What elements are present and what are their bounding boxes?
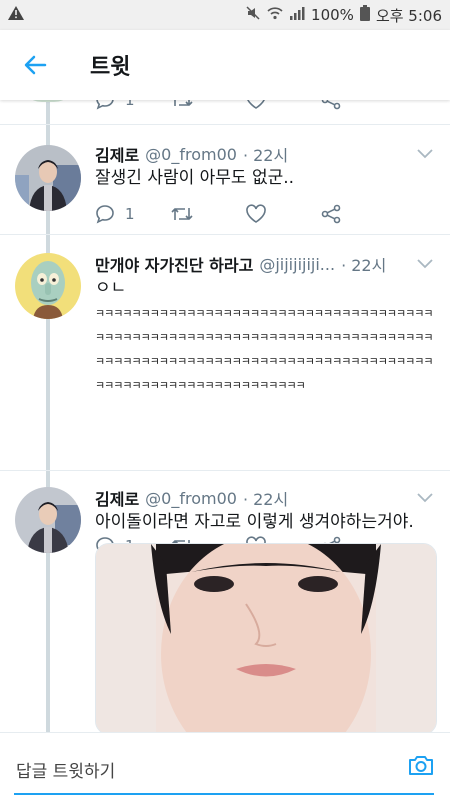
user-handle[interactable]: @0_from00 bbox=[145, 145, 237, 164]
tweet-header: 만개야 자가진단 하라고 @jijijijiji... · 22시 bbox=[95, 252, 386, 276]
reply-count: 1 bbox=[125, 100, 135, 109]
battery-icon bbox=[359, 5, 370, 25]
tweet-media-image[interactable] bbox=[95, 543, 437, 732]
signal-icon bbox=[289, 6, 305, 24]
avatar bbox=[20, 100, 76, 102]
tweet-actions: 1 bbox=[95, 100, 395, 110]
reply-button[interactable]: 1 bbox=[95, 204, 170, 224]
status-bar: 100% 오후 5:06 bbox=[0, 0, 450, 30]
heart-icon bbox=[247, 100, 265, 109]
share-button[interactable] bbox=[320, 100, 395, 110]
chevron-down-icon bbox=[417, 493, 433, 503]
back-arrow-icon bbox=[24, 55, 47, 75]
retweet-icon bbox=[171, 208, 193, 220]
tweet-text: 잘생긴 사람이 아무도 없군.. bbox=[95, 168, 295, 188]
reply-icon bbox=[96, 205, 114, 224]
tweet-menu-button[interactable] bbox=[416, 488, 434, 507]
tweet-text: ㅇㄴ bbox=[95, 278, 127, 298]
chevron-down-icon bbox=[417, 259, 433, 269]
avatar[interactable] bbox=[15, 145, 81, 211]
share-button[interactable] bbox=[320, 204, 395, 224]
avatar[interactable] bbox=[15, 253, 81, 319]
wifi-icon bbox=[267, 6, 283, 24]
back-button[interactable] bbox=[20, 50, 50, 80]
timestamp: · 22시 bbox=[242, 146, 289, 165]
tweet-text: 아이돌이라면 자고로 이렇게 생겨야하는거야. bbox=[95, 512, 414, 532]
battery-percent: 100% bbox=[311, 6, 354, 24]
timestamp: · 22시 bbox=[341, 256, 387, 275]
app-bar: 트윗 bbox=[0, 30, 450, 100]
share-icon bbox=[321, 204, 341, 224]
tweet-header: 김제로 @0_from00 · 22시 bbox=[95, 486, 288, 510]
mute-icon bbox=[245, 5, 261, 25]
avatar[interactable] bbox=[15, 487, 81, 553]
reply-input[interactable]: 답글 트윗하기 bbox=[16, 757, 115, 782]
divider bbox=[0, 234, 450, 235]
tweet-header: 김제로 @0_from00 · 22시 bbox=[95, 142, 288, 166]
input-underline bbox=[14, 793, 434, 795]
reply-button[interactable]: 1 bbox=[95, 100, 170, 110]
like-button[interactable] bbox=[245, 204, 320, 224]
retweet-button[interactable] bbox=[170, 100, 245, 110]
display-name[interactable]: 김제로 bbox=[95, 486, 139, 510]
display-name[interactable]: 김제로 bbox=[95, 142, 139, 166]
tweet-menu-button[interactable] bbox=[416, 144, 434, 163]
user-handle[interactable]: @jijijijiji... bbox=[259, 255, 335, 274]
timestamp: · 22시 bbox=[242, 490, 289, 509]
tweet-menu-button[interactable] bbox=[416, 254, 434, 273]
camera-button[interactable] bbox=[408, 753, 434, 781]
share-icon bbox=[321, 100, 341, 110]
reply-icon bbox=[96, 100, 114, 110]
page-title: 트윗 bbox=[90, 55, 131, 80]
tweet-text-laughter: ㅋㅋㅋㅋㅋㅋㅋㅋㅋㅋㅋㅋㅋㅋㅋㅋㅋㅋㅋㅋㅋㅋㅋㅋㅋㅋㅋㅋㅋㅋㅋㅋㅋㅋㅋㅋㅋㅋㅋㅋ… bbox=[95, 307, 433, 392]
warning-icon bbox=[8, 6, 24, 24]
divider bbox=[0, 470, 450, 471]
heart-icon bbox=[246, 204, 266, 223]
retweet-icon bbox=[174, 100, 193, 106]
camera-icon bbox=[409, 756, 433, 775]
like-button[interactable] bbox=[245, 100, 320, 110]
chevron-down-icon bbox=[417, 149, 433, 159]
user-handle[interactable]: @0_from00 bbox=[145, 489, 237, 508]
tweet-thread: 1 김제로 @0_from00 · 22시 잘생긴 사람이 아무도 없군.. 1… bbox=[0, 100, 450, 732]
reply-composer: 답글 트윗하기 bbox=[0, 732, 450, 801]
tweet-actions: 1 bbox=[95, 204, 395, 224]
reply-count: 1 bbox=[125, 205, 135, 223]
retweet-button[interactable] bbox=[170, 204, 245, 224]
clock: 오후 5:06 bbox=[375, 6, 442, 25]
display-name[interactable]: 만개야 자가진단 하라고 bbox=[95, 252, 253, 276]
divider bbox=[0, 124, 450, 125]
